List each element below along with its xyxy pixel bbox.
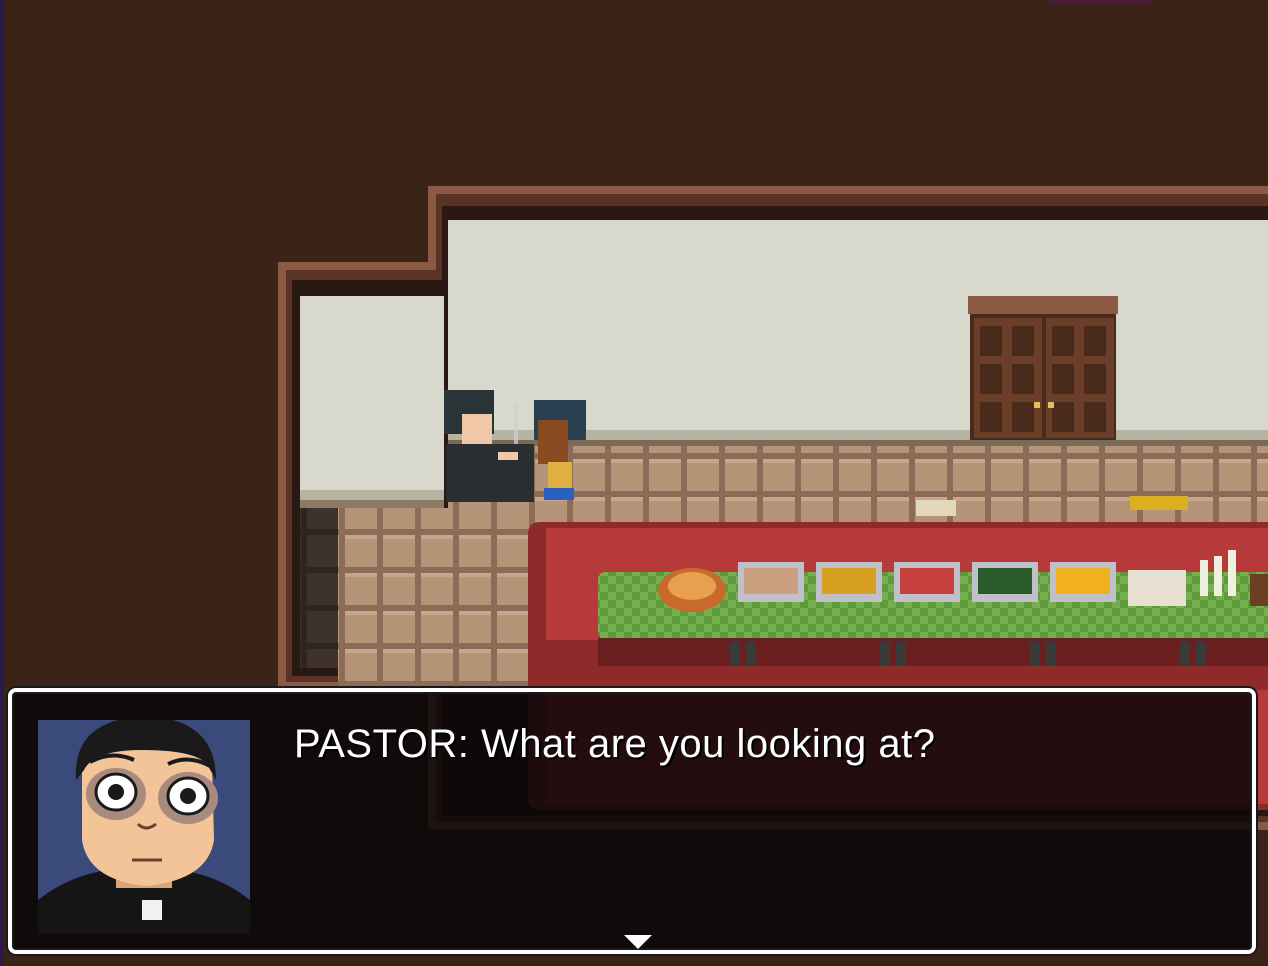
triangle-down-icon[interactable]	[624, 935, 652, 949]
dialogue-box[interactable]: PASTOR: What are you looking at?	[8, 688, 1256, 954]
dialogue-text: PASTOR: What are you looking at?	[294, 722, 936, 766]
wooden-door	[968, 296, 1118, 440]
left-wall	[300, 296, 444, 496]
pastor-portrait	[38, 720, 250, 934]
